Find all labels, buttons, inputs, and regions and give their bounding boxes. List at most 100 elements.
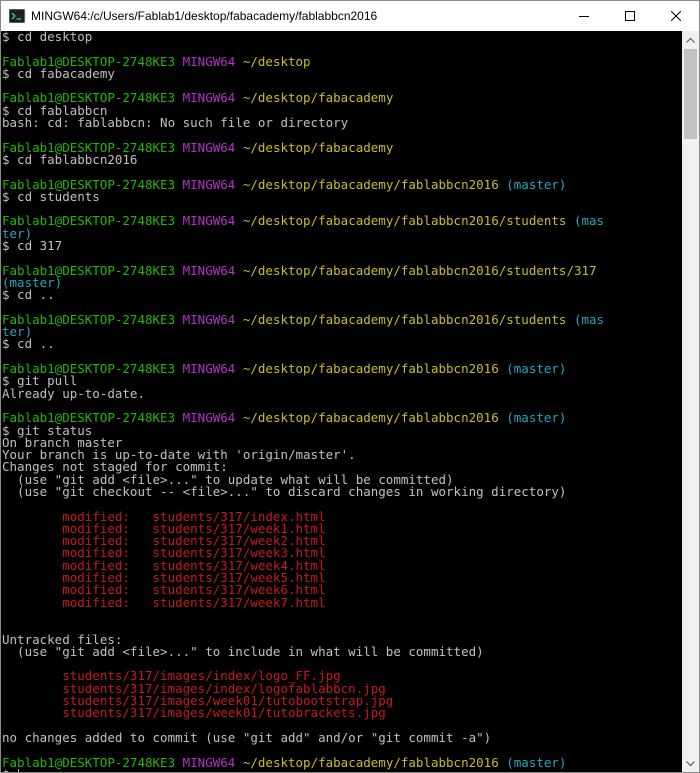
- terminal-text: MINGW64: [182, 361, 236, 377]
- terminal-text: bash: cd: fablabbcn: No such file or dir…: [2, 115, 349, 131]
- scrollbar-thumb[interactable]: [684, 49, 697, 139]
- terminal-line: $ cd 317: [2, 238, 683, 254]
- terminal-text: ~/desktop/fabacademy/fablabbcn2016: [242, 754, 499, 770]
- terminal-text: (use "git checkout -- <file>..." to disc…: [2, 483, 567, 499]
- terminal-line: Fablab1@DESKTOP-2748KE3 MINGW64 ~/deskto…: [2, 754, 683, 770]
- terminal-line: Fablab1@DESKTOP-2748KE3 MINGW64 ~/deskto…: [2, 213, 683, 229]
- terminal-line: (use "git add <file>..." to include in w…: [2, 643, 683, 659]
- terminal-line: Fablab1@DESKTOP-2748KE3 MINGW64 ~/deskto…: [2, 176, 683, 192]
- chevron-down-icon: [686, 760, 695, 766]
- terminal-text: ~/desktop/fabacademy/fablabbcn2016: [242, 176, 499, 192]
- terminal-text: MINGW64: [182, 139, 236, 155]
- terminal-text: $ cd students: [2, 188, 100, 204]
- terminal-text: Fablab1@DESKTOP-2748KE3: [2, 754, 176, 770]
- terminal-text: MINGW64: [182, 262, 236, 278]
- mingw-terminal-icon: [9, 9, 25, 23]
- terminal-text: $: [2, 767, 17, 772]
- vertical-scrollbar[interactable]: [682, 31, 699, 772]
- terminal-text: $ cd 317: [2, 238, 63, 254]
- terminal-text: (master): [506, 176, 567, 192]
- terminal-text: $ cd ..: [2, 336, 55, 352]
- scroll-down-button[interactable]: [682, 755, 699, 772]
- terminal-line: Fablab1@DESKTOP-2748KE3 MINGW64 ~/deskto…: [2, 262, 683, 278]
- terminal-text: $ cd fablabbcn2016: [2, 151, 138, 167]
- minimize-button[interactable]: [561, 1, 607, 31]
- terminal-text: MINGW64: [182, 311, 236, 327]
- title-bar[interactable]: MINGW64:/c/Users/Fablab1/desktop/fabacad…: [1, 1, 699, 31]
- terminal-text: ~/desktop/fabacademy/fablabbcn2016: [242, 361, 499, 377]
- terminal-line: $ cd students: [2, 188, 683, 204]
- terminal-line: $ cd fablabbcn2016: [2, 151, 683, 167]
- terminal-line: ter): [2, 227, 683, 240]
- terminal-output[interactable]: $ cd desktop Fablab1@DESKTOP-2748KE3 MING…: [1, 31, 683, 772]
- close-icon: [671, 11, 681, 21]
- terminal-line: $ cd ..: [2, 287, 683, 303]
- terminal-text: MINGW64: [182, 754, 236, 770]
- terminal-text: (master): [506, 410, 567, 426]
- terminal-text: students/317/images/week01/tutobrackets.…: [2, 705, 386, 721]
- terminal-text: modified: students/317/week7.html: [2, 594, 326, 610]
- terminal-text: ~/desktop/fabacademy/fablabbcn2016/stude…: [242, 213, 567, 229]
- terminal-line: $ cd ..: [2, 336, 683, 352]
- terminal-text: MINGW64: [182, 176, 236, 192]
- terminal-text: ~/desktop/fabacademy/fablabbcn2016: [242, 410, 499, 426]
- close-button[interactable]: [653, 1, 699, 31]
- terminal-text: (mas: [573, 213, 605, 229]
- terminal-line: (use "git checkout -- <file>..." to disc…: [2, 483, 683, 499]
- maximize-button[interactable]: [607, 1, 653, 31]
- terminal-text: ~/desktop/fabacademy/fablabbcn2016/stude…: [242, 262, 597, 278]
- terminal-text: (master): [506, 754, 567, 770]
- terminal-line: Already up-to-date.: [2, 385, 683, 401]
- terminal-line: modified: students/317/week7.html: [2, 594, 683, 610]
- terminal-text: MINGW64: [182, 410, 236, 426]
- terminal-text: $ cd desktop: [2, 31, 93, 44]
- maximize-icon: [625, 11, 635, 21]
- minimize-icon: [579, 16, 589, 17]
- terminal-text: MINGW64: [182, 213, 236, 229]
- terminal-text: (master): [506, 361, 567, 377]
- terminal-text: (use "git add <file>..." to include in w…: [2, 643, 484, 659]
- terminal-text: ~/desktop/fabacademy: [242, 139, 394, 155]
- terminal-text: ~/desktop/fabacademy/fablabbcn2016/stude…: [242, 311, 567, 327]
- terminal-line: ter): [2, 325, 683, 338]
- terminal-text: ~/desktop/fabacademy: [242, 90, 394, 106]
- terminal-line: $ cd fabacademy: [2, 67, 683, 80]
- chevron-up-icon: [686, 37, 695, 43]
- terminal-text: (mas: [573, 311, 605, 327]
- text-cursor: [18, 768, 20, 772]
- terminal-line: Fablab1@DESKTOP-2748KE3 MINGW64 ~/deskto…: [2, 361, 683, 377]
- terminal-window: MINGW64:/c/Users/Fablab1/desktop/fabacad…: [0, 0, 700, 773]
- terminal-line: Fablab1@DESKTOP-2748KE3 MINGW64 ~/deskto…: [2, 410, 683, 426]
- terminal-text: Already up-to-date.: [2, 385, 145, 401]
- terminal-line: bash: cd: fablabbcn: No such file or dir…: [2, 115, 683, 131]
- terminal-text: MINGW64: [182, 90, 236, 106]
- terminal-line: students/317/images/week01/tutobrackets.…: [2, 705, 683, 721]
- terminal-text: no changes added to commit (use "git add…: [2, 729, 492, 745]
- terminal-text: $ cd ..: [2, 287, 55, 303]
- terminal-line: (master): [2, 276, 683, 289]
- scroll-up-button[interactable]: [682, 31, 699, 48]
- terminal-text: MINGW64: [182, 53, 236, 69]
